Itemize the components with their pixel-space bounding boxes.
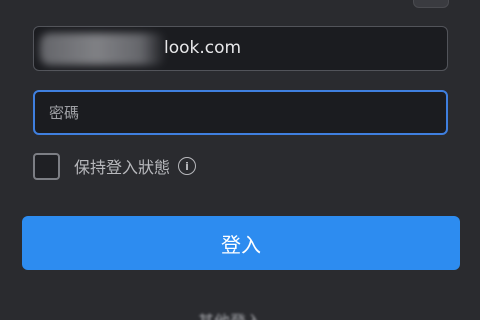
remember-checkbox[interactable]	[33, 152, 60, 180]
remember-label: 保持登入狀態	[74, 158, 171, 177]
redacted-email-prefix	[40, 33, 166, 65]
password-field[interactable]	[33, 90, 448, 135]
login-panel: look.com 保持登入狀態 i 登入 其他登入	[0, 0, 480, 320]
email-field[interactable]: look.com	[33, 26, 448, 71]
remember-me-row[interactable]: 保持登入狀態 i	[33, 152, 197, 180]
email-value: look.com	[164, 38, 242, 58]
password-input[interactable]	[35, 92, 446, 133]
settings-icon[interactable]	[413, 0, 449, 8]
login-button[interactable]: 登入	[22, 216, 460, 270]
info-icon[interactable]: i	[178, 157, 197, 175]
other-login-link[interactable]: 其他登入	[198, 308, 278, 320]
